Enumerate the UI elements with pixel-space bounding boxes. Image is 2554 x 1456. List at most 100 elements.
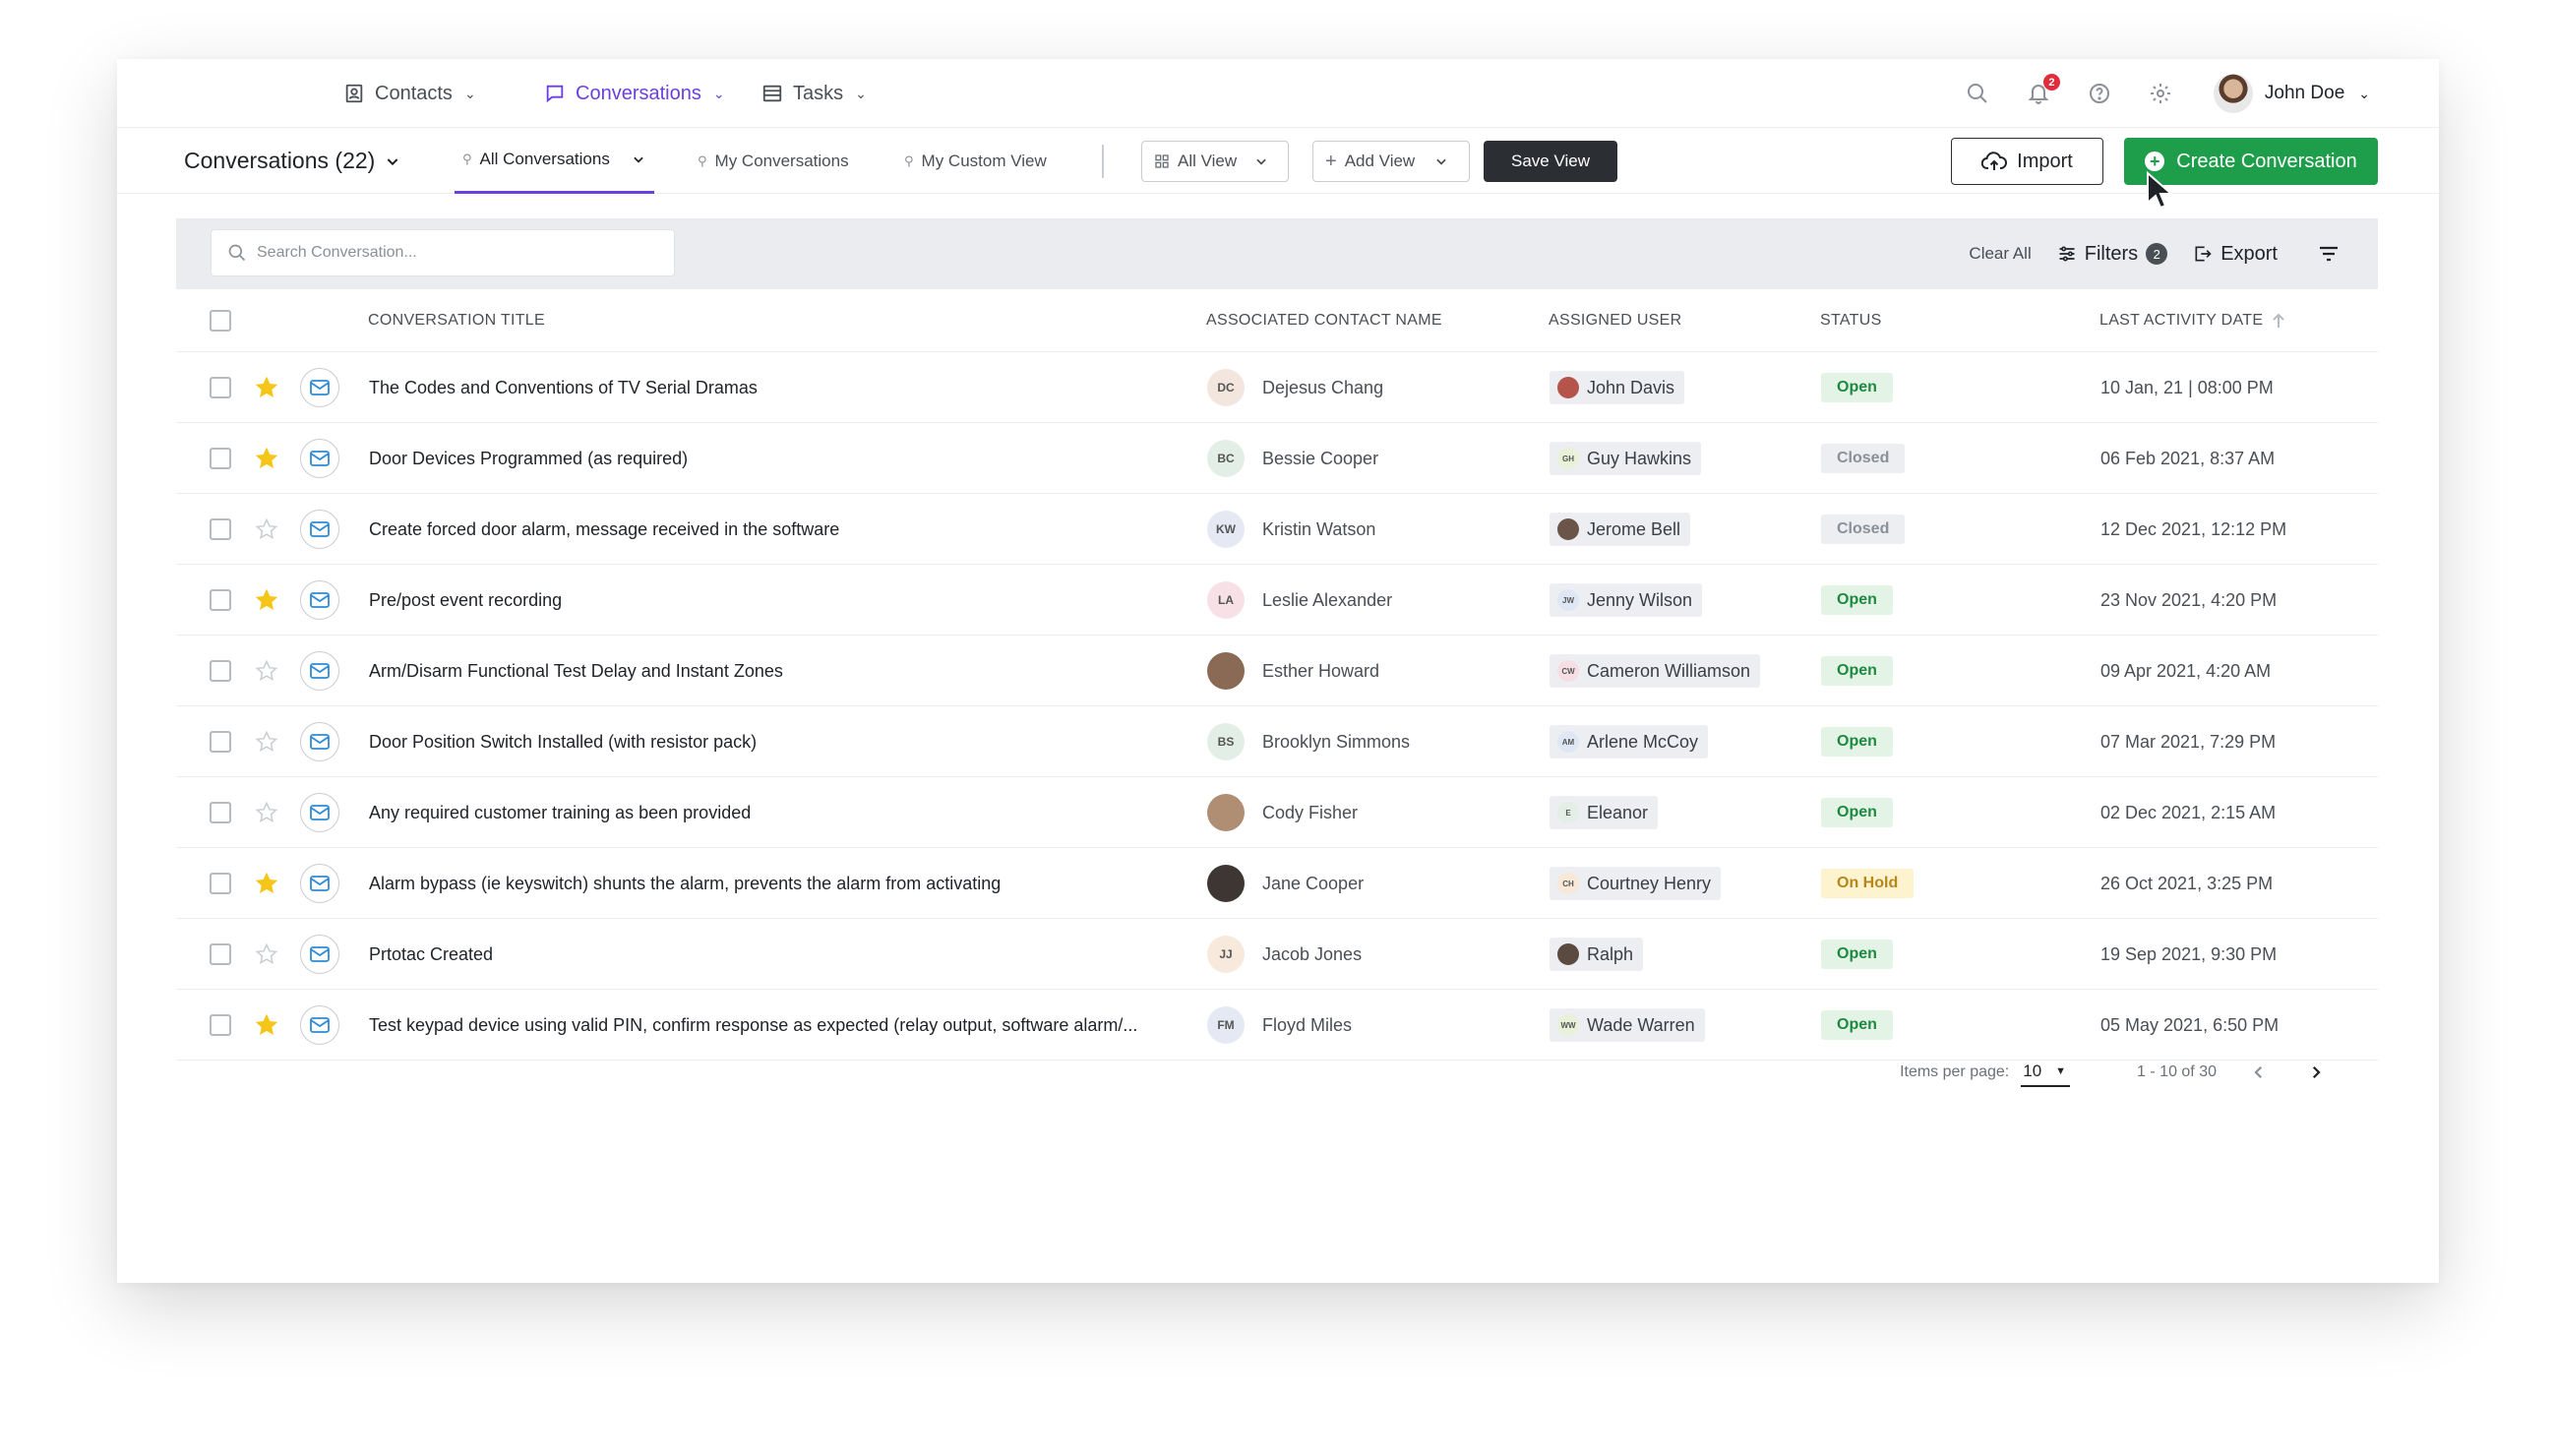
row-checkbox[interactable] bbox=[210, 731, 231, 753]
row-checkbox[interactable] bbox=[210, 448, 231, 469]
tab-all-conversations[interactable]: ⚲ All Conversations bbox=[455, 128, 654, 194]
column-header-user[interactable]: ASSIGNED USER bbox=[1549, 289, 1682, 352]
row-checkbox[interactable] bbox=[210, 518, 231, 540]
sort-options-button[interactable] bbox=[2317, 242, 2341, 266]
save-view-button[interactable]: Save View bbox=[1484, 141, 1617, 182]
filters-button[interactable]: Filters 2 bbox=[2057, 243, 2168, 266]
star-toggle[interactable] bbox=[255, 706, 278, 777]
row-checkbox[interactable] bbox=[210, 802, 231, 823]
mail-button[interactable] bbox=[300, 651, 339, 691]
user-chip[interactable]: WW Wade Warren bbox=[1550, 1008, 1705, 1042]
star-toggle[interactable] bbox=[255, 848, 278, 919]
user-chip[interactable]: AM Arlene McCoy bbox=[1550, 725, 1709, 758]
add-view-dropdown[interactable]: + Add View bbox=[1312, 141, 1470, 182]
row-checkbox[interactable] bbox=[210, 943, 231, 965]
contact-cell[interactable]: BS Brooklyn Simmons bbox=[1207, 706, 1410, 777]
row-checkbox[interactable] bbox=[210, 589, 231, 611]
next-page-button[interactable] bbox=[2301, 1058, 2331, 1087]
mail-button[interactable] bbox=[300, 580, 339, 620]
row-select-cell bbox=[210, 636, 231, 706]
contact-cell[interactable]: FM Floyd Miles bbox=[1207, 990, 1352, 1061]
prev-page-button[interactable] bbox=[2244, 1058, 2274, 1087]
contact-cell[interactable]: KW Kristin Watson bbox=[1207, 494, 1375, 565]
conversations-count-dropdown[interactable]: Conversations (22) bbox=[184, 128, 400, 194]
user-chip[interactable]: John Davis bbox=[1550, 371, 1685, 404]
tab-my-custom-view[interactable]: ⚲ My Custom View bbox=[904, 128, 1047, 194]
star-toggle[interactable] bbox=[255, 565, 278, 636]
row-checkbox[interactable] bbox=[210, 1014, 231, 1036]
user-chip[interactable]: Jerome Bell bbox=[1550, 513, 1691, 546]
user-menu[interactable]: John Doe ⌄ bbox=[2213, 74, 2370, 113]
contact-cell[interactable]: Esther Howard bbox=[1207, 636, 1379, 706]
nav-conversations[interactable]: Conversations ⌄ bbox=[544, 59, 725, 128]
table-row[interactable]: Arm/Disarm Functional Test Delay and Ins… bbox=[176, 636, 2378, 706]
conversation-title[interactable]: Arm/Disarm Functional Test Delay and Ins… bbox=[369, 636, 783, 706]
star-toggle[interactable] bbox=[255, 919, 278, 990]
nav-contacts[interactable]: Contacts ⌄ bbox=[343, 59, 476, 128]
table-row[interactable]: Create forced door alarm, message receiv… bbox=[176, 494, 2378, 565]
user-chip[interactable]: E Eleanor bbox=[1550, 796, 1659, 829]
contact-cell[interactable]: LA Leslie Alexander bbox=[1207, 565, 1392, 636]
table-row[interactable]: The Codes and Conventions of TV Serial D… bbox=[176, 352, 2378, 423]
contact-cell[interactable]: Cody Fisher bbox=[1207, 777, 1358, 848]
mail-button[interactable] bbox=[300, 722, 339, 761]
select-all-checkbox[interactable] bbox=[210, 310, 231, 332]
conversation-title[interactable]: Door Devices Programmed (as required) bbox=[369, 423, 688, 494]
row-checkbox[interactable] bbox=[210, 377, 231, 398]
user-chip[interactable]: Ralph bbox=[1550, 938, 1644, 971]
table-row[interactable]: Prtotac Created JJ Jacob Jones Ralph Ope… bbox=[176, 919, 2378, 990]
table-row[interactable]: Alarm bypass (ie keyswitch) shunts the a… bbox=[176, 848, 2378, 919]
search-button[interactable] bbox=[1964, 80, 1991, 107]
column-header-contact[interactable]: ASSOCIATED CONTACT NAME bbox=[1206, 289, 1442, 352]
star-toggle[interactable] bbox=[255, 494, 278, 565]
table-row[interactable]: Pre/post event recording LA Leslie Alexa… bbox=[176, 565, 2378, 636]
notifications-button[interactable]: 2 bbox=[2025, 74, 2060, 107]
table-row[interactable]: Any required customer training as been p… bbox=[176, 777, 2378, 848]
clear-all-button[interactable]: Clear All bbox=[1969, 244, 2031, 264]
help-button[interactable] bbox=[2086, 80, 2113, 107]
star-toggle[interactable] bbox=[255, 777, 278, 848]
mail-button[interactable] bbox=[300, 864, 339, 903]
conversation-title[interactable]: The Codes and Conventions of TV Serial D… bbox=[369, 352, 758, 423]
mail-button[interactable] bbox=[300, 510, 339, 549]
star-toggle[interactable] bbox=[255, 423, 278, 494]
conversation-title[interactable]: Door Position Switch Installed (with res… bbox=[369, 706, 757, 777]
conversation-title[interactable]: Alarm bypass (ie keyswitch) shunts the a… bbox=[369, 848, 1001, 919]
all-view-dropdown[interactable]: All View bbox=[1141, 141, 1289, 182]
conversation-title[interactable]: Any required customer training as been p… bbox=[369, 777, 751, 848]
column-header-title[interactable]: CONVERSATION TITLE bbox=[368, 289, 545, 352]
star-toggle[interactable] bbox=[255, 352, 278, 423]
row-checkbox[interactable] bbox=[210, 660, 231, 682]
row-checkbox[interactable] bbox=[210, 873, 231, 894]
star-toggle[interactable] bbox=[255, 636, 278, 706]
user-chip[interactable]: GH Guy Hawkins bbox=[1550, 442, 1702, 475]
user-chip[interactable]: JW Jenny Wilson bbox=[1550, 583, 1703, 617]
conversation-title[interactable]: Test keypad device using valid PIN, conf… bbox=[369, 990, 1137, 1061]
contact-cell[interactable]: DC Dejesus Chang bbox=[1207, 352, 1383, 423]
contact-cell[interactable]: JJ Jacob Jones bbox=[1207, 919, 1362, 990]
conversation-title[interactable]: Pre/post event recording bbox=[369, 565, 562, 636]
conversation-title[interactable]: Prtotac Created bbox=[369, 919, 493, 990]
search-input[interactable] bbox=[257, 244, 650, 262]
mail-button[interactable] bbox=[300, 1005, 339, 1045]
conversation-title[interactable]: Create forced door alarm, message receiv… bbox=[369, 494, 839, 565]
mail-button[interactable] bbox=[300, 935, 339, 974]
column-header-status[interactable]: STATUS bbox=[1820, 289, 1882, 352]
table-row[interactable]: Door Position Switch Installed (with res… bbox=[176, 706, 2378, 777]
mail-button[interactable] bbox=[300, 368, 339, 407]
mail-button[interactable] bbox=[300, 793, 339, 832]
items-per-page-select[interactable]: 10 ▼ bbox=[2021, 1058, 2071, 1087]
table-row[interactable]: Door Devices Programmed (as required) BC… bbox=[176, 423, 2378, 494]
contact-cell[interactable]: BC Bessie Cooper bbox=[1207, 423, 1378, 494]
mail-button[interactable] bbox=[300, 439, 339, 478]
column-header-date[interactable]: LAST ACTIVITY DATE bbox=[2099, 289, 2286, 352]
settings-button[interactable] bbox=[2147, 80, 2174, 107]
user-chip[interactable]: CH Courtney Henry bbox=[1550, 867, 1722, 900]
user-chip[interactable]: CW Cameron Williamson bbox=[1550, 654, 1761, 688]
import-button[interactable]: Import bbox=[1951, 138, 2103, 185]
export-button[interactable]: Export bbox=[2193, 243, 2278, 266]
contact-cell[interactable]: Jane Cooper bbox=[1207, 848, 1364, 919]
tab-my-conversations[interactable]: ⚲ My Conversations bbox=[698, 128, 849, 194]
nav-tasks[interactable]: Tasks ⌄ bbox=[761, 59, 867, 128]
star-toggle[interactable] bbox=[255, 990, 278, 1061]
